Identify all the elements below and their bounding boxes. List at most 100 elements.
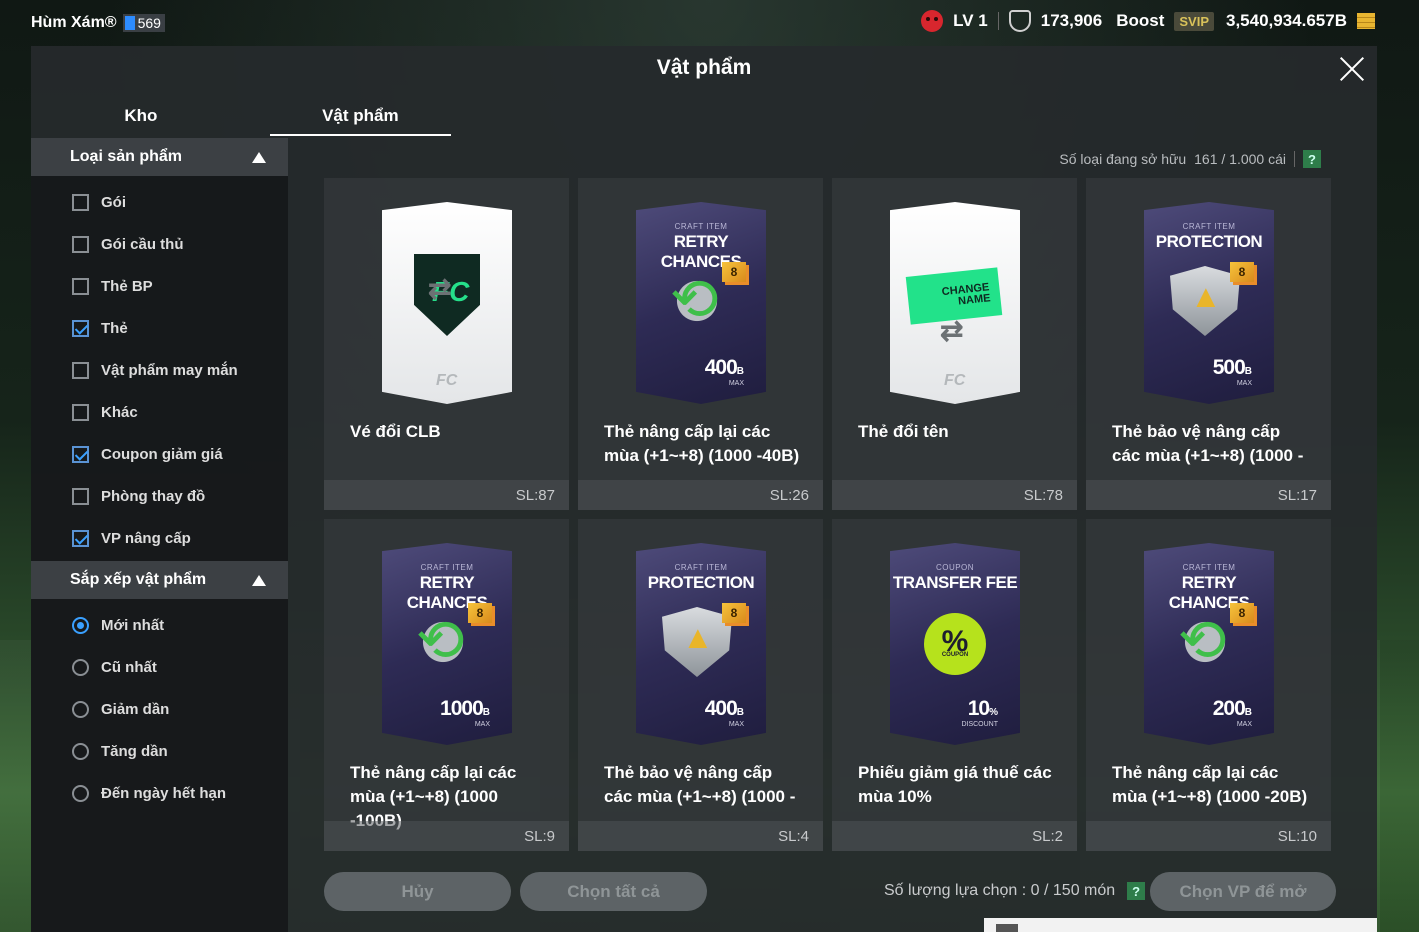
craft-subtitle: CRAFT ITEM bbox=[674, 563, 728, 572]
sort-option[interactable]: Cũ nhất bbox=[31, 646, 288, 688]
filter-option-label: Gói cầu thủ bbox=[101, 235, 184, 253]
cancel-button[interactable]: Hủy bbox=[324, 872, 511, 911]
craft-value-number: 10 bbox=[967, 697, 990, 720]
username: Hùm Xám® bbox=[31, 14, 117, 31]
item-name: Thẻ nâng cấp lại các mùa (+1~+8) (1000 -… bbox=[604, 422, 800, 465]
help-icon[interactable]: ? bbox=[1127, 882, 1146, 900]
checkbox[interactable] bbox=[72, 361, 89, 379]
tab-bar: Kho Vật phẩm bbox=[31, 102, 451, 136]
help-icon[interactable]: ? bbox=[1303, 150, 1321, 168]
item-art: CRAFT ITEMRETRY CHANCES8400BMAX bbox=[636, 202, 766, 404]
filter-sidebar: Loại sản phẩm Gói Gói cầu thủ Thẻ BP Thẻ Vật… bbox=[31, 138, 288, 932]
fc-watermark-icon: FC bbox=[944, 372, 966, 389]
filter-option[interactable]: Coupon giảm giá bbox=[31, 433, 288, 475]
modal-title: Vật phẩm bbox=[656, 56, 752, 79]
sort-option-label: Cũ nhất bbox=[101, 658, 157, 676]
section-product-type[interactable]: Loại sản phẩm bbox=[31, 138, 288, 176]
craft-value-unit: B bbox=[736, 707, 744, 718]
craft-value-unit: B bbox=[1244, 707, 1252, 718]
craft-subtitle: CRAFT ITEM bbox=[420, 563, 474, 572]
sort-option[interactable]: Mới nhất bbox=[31, 604, 288, 646]
item-card[interactable]: FC ⇄ FC Vé đổi CLB SL:87 bbox=[324, 178, 569, 510]
checkbox[interactable] bbox=[72, 403, 89, 421]
sort-option[interactable]: Giảm dần bbox=[31, 688, 288, 730]
badge-icon bbox=[124, 16, 135, 30]
level-badge: 8 bbox=[1230, 262, 1254, 282]
owned-value: 161 / 1.000 cái bbox=[1194, 151, 1286, 167]
filter-option[interactable]: Vật phẩm may mắn bbox=[31, 349, 288, 391]
open-items-button[interactable]: Chọn VP để mở bbox=[1150, 872, 1336, 911]
craft-max-label: MAX bbox=[474, 721, 490, 728]
percent-sub: COUPON bbox=[941, 652, 969, 658]
craft-subtitle: COUPON bbox=[935, 563, 975, 572]
filter-option[interactable]: Thẻ bbox=[31, 307, 288, 349]
checkbox[interactable] bbox=[72, 487, 89, 505]
craft-card-art: COUPON TRANSFER FEE% COUPON 10% DISCOUNT bbox=[890, 543, 1020, 745]
item-art: CRAFT ITEMRETRY CHANCES8200BMAX bbox=[1144, 543, 1274, 745]
filter-option[interactable]: Khác bbox=[31, 391, 288, 433]
section-title: Loại sản phẩm bbox=[70, 148, 183, 165]
tab-kho[interactable]: Kho bbox=[31, 102, 251, 136]
selection-count: Số lượng lựa chọn : 0 / 150 món ? bbox=[884, 882, 1146, 900]
level-label: LV 1 bbox=[953, 11, 988, 30]
section-title: Sắp xếp vật phẩm bbox=[70, 571, 207, 588]
product-type-options: Gói Gói cầu thủ Thẻ BP Thẻ Vật phẩm may mắn K… bbox=[31, 176, 288, 561]
user-badge-value: 569 bbox=[137, 15, 161, 31]
item-name: Thẻ nâng cấp lại các mùa (+1~+8) (1000 -… bbox=[1112, 763, 1308, 806]
filter-option[interactable]: Gói cầu thủ bbox=[31, 223, 288, 265]
close-icon[interactable] bbox=[1337, 54, 1367, 84]
item-card[interactable]: CHANGE NAME ⇄ FC Thẻ đổi tên SL:78 bbox=[832, 178, 1077, 510]
craft-value-unit: B bbox=[482, 707, 490, 718]
level-face-icon bbox=[921, 10, 944, 32]
filter-option-label: VP nâng cấp bbox=[101, 529, 191, 547]
item-card[interactable]: CRAFT ITEMRETRY CHANCES8400BMAX Thẻ nâng … bbox=[578, 178, 823, 510]
select-all-button[interactable]: Chọn tất cả bbox=[520, 872, 707, 911]
sort-option[interactable]: Tăng dần bbox=[31, 730, 288, 772]
item-card[interactable]: CRAFT ITEMPROTECTION8500BMAXThẻ bảo vệ n… bbox=[1086, 178, 1331, 510]
radio-button[interactable] bbox=[72, 658, 89, 676]
checkbox[interactable] bbox=[72, 277, 89, 295]
craft-title: TRANSFER FEE bbox=[892, 573, 1018, 592]
filter-option[interactable]: Phòng thay đồ bbox=[31, 475, 288, 517]
swap-arrow-icon: ⇄ bbox=[940, 315, 964, 346]
sort-option[interactable]: Đến ngày hết hạn bbox=[31, 772, 288, 814]
item-quantity: SL:9 bbox=[524, 828, 555, 845]
radio-button[interactable] bbox=[72, 742, 89, 760]
radio-button[interactable] bbox=[72, 784, 89, 802]
checkbox[interactable] bbox=[72, 445, 89, 463]
craft-value: 1000B bbox=[440, 697, 490, 721]
item-name: Thẻ bảo vệ nâng cấp các mùa (+1~+8) (100… bbox=[604, 763, 796, 806]
item-grid: FC ⇄ FC Vé đổi CLB SL:87 CRAFT ITEM RETRY CHAN… bbox=[324, 178, 1332, 851]
filter-option[interactable]: Thẻ BP bbox=[31, 265, 288, 307]
radio-button[interactable] bbox=[72, 700, 89, 718]
checkbox[interactable] bbox=[72, 319, 89, 337]
user-info[interactable]: Hùm Xám® 569 bbox=[31, 14, 165, 32]
section-sort[interactable]: Sắp xếp vật phẩm bbox=[31, 561, 288, 599]
item-card[interactable]: CRAFT ITEMRETRY CHANCES81000BMAXThẻ nâng… bbox=[324, 519, 569, 851]
points-value: 173,906 bbox=[1040, 11, 1103, 30]
craft-value: 10% bbox=[968, 697, 998, 721]
tab-vat-pham[interactable]: Vật phẩm bbox=[269, 102, 451, 136]
filter-option[interactable]: Gói bbox=[31, 181, 288, 223]
radio-button[interactable] bbox=[72, 616, 89, 634]
craft-title: PROTECTION bbox=[1155, 232, 1263, 251]
craft-title: PROTECTION bbox=[647, 573, 755, 592]
craft-value: 200B bbox=[1213, 697, 1252, 721]
craft-value-number: 500 bbox=[1212, 356, 1246, 379]
item-name: Thẻ bảo vệ nâng cấp các mùa (+1~+8) (100… bbox=[1112, 422, 1304, 465]
filter-option-label: Khác bbox=[101, 403, 138, 421]
item-card[interactable]: CRAFT ITEMRETRY CHANCES8200BMAXThẻ nâng … bbox=[1086, 519, 1331, 851]
boost-label[interactable]: Boost bbox=[1116, 11, 1164, 31]
checkbox[interactable] bbox=[72, 235, 89, 253]
shield-icon bbox=[1008, 10, 1031, 32]
checkbox[interactable] bbox=[72, 193, 89, 211]
filter-option[interactable]: VP nâng cấp bbox=[31, 517, 288, 559]
item-quantity: SL:87 bbox=[515, 487, 555, 504]
item-card[interactable]: CRAFT ITEMPROTECTION8400BMAXThẻ bảo vệ n… bbox=[578, 519, 823, 851]
craft-card-art: CRAFT ITEMRETRY CHANCES8400BMAX bbox=[636, 202, 766, 404]
craft-max-label: MAX bbox=[1236, 721, 1252, 728]
craft-value-unit: B bbox=[1244, 366, 1252, 377]
item-art: FC ⇄ FC bbox=[382, 202, 512, 404]
checkbox[interactable] bbox=[72, 529, 89, 547]
item-card[interactable]: COUPON TRANSFER FEE% COUPON 10% DISCOUNT Phiế… bbox=[832, 519, 1077, 851]
